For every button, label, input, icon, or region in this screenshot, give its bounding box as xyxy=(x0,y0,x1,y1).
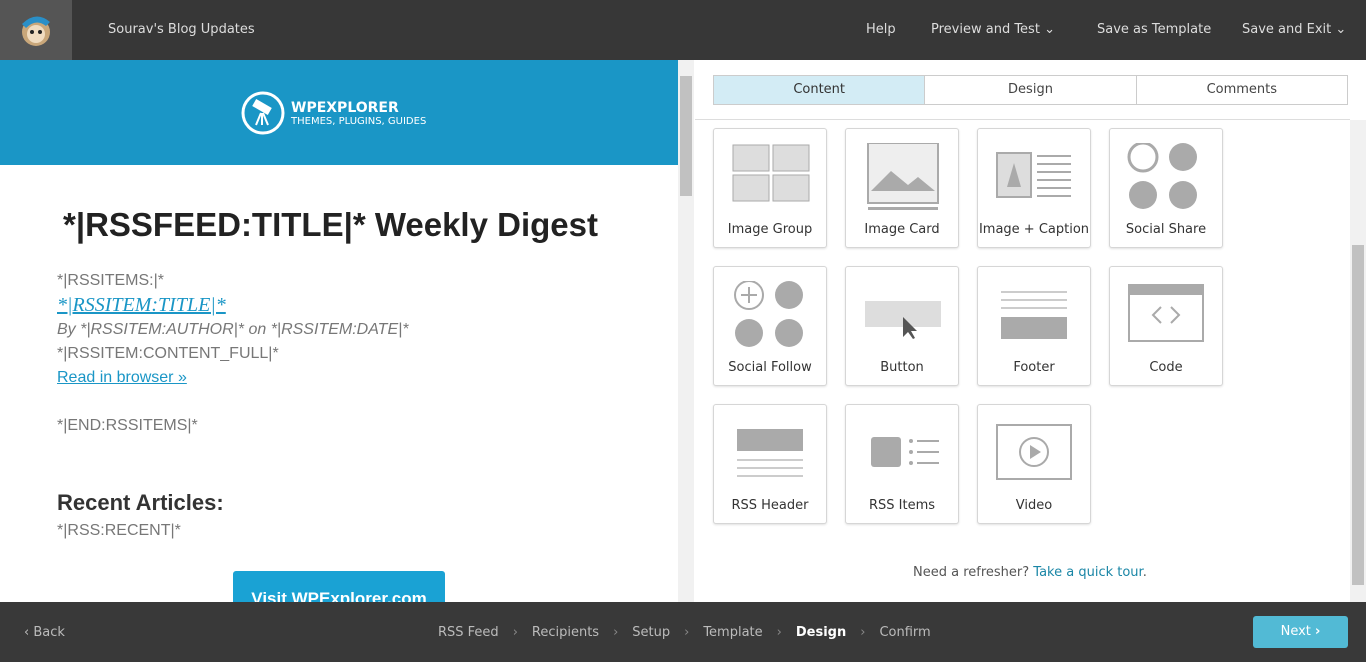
block-video[interactable]: Video xyxy=(977,404,1091,524)
block-image-group[interactable]: Image Group xyxy=(713,128,827,248)
tab-content[interactable]: Content xyxy=(714,76,926,104)
rss-item-content: *|RSSITEM:CONTENT_FULL|* xyxy=(57,345,279,362)
preview-test-menu[interactable]: Preview and Test ⌄ xyxy=(931,22,1055,37)
block-social-follow[interactable]: Social Follow xyxy=(713,266,827,386)
chevron-right-icon: › xyxy=(684,625,690,640)
block-label: RSS Items xyxy=(868,498,936,513)
button-icon xyxy=(865,301,941,339)
step-template[interactable]: Template xyxy=(703,625,762,640)
tour-hint: Need a refresher? Take a quick tour. xyxy=(913,565,1147,580)
block-label: Video xyxy=(1015,498,1053,513)
chevron-right-icon: › xyxy=(860,625,866,640)
save-exit-menu[interactable]: Save and Exit ⌄ xyxy=(1242,22,1346,37)
content-blocks-panel: Content Design Comments Image Group Image… xyxy=(695,60,1350,602)
step-recipients[interactable]: Recipients xyxy=(532,625,599,640)
block-footer[interactable]: Footer xyxy=(977,266,1091,386)
back-button[interactable]: ‹ Back xyxy=(24,625,65,640)
rss-item-byline: By *|RSSITEM:AUTHOR|* on *|RSSITEM:DATE|… xyxy=(57,321,409,338)
quick-tour-link[interactable]: Take a quick tour xyxy=(1033,565,1142,580)
logo-subtitle: THEMES, PLUGINS, GUIDES xyxy=(291,115,427,127)
image-group-icon xyxy=(732,144,810,202)
chevron-right-icon: › xyxy=(613,625,619,640)
block-label: Image + Caption xyxy=(978,222,1090,237)
visit-website-button[interactable]: Visit WPExplorer.com xyxy=(233,571,445,602)
help-link[interactable]: Help xyxy=(866,22,896,37)
wizard-steps: RSS Feed › Recipients › Setup › Template › Desig… xyxy=(438,625,945,640)
bottom-bar: ‹ Back RSS Feed › Recipients › Setup › Templat… xyxy=(0,602,1366,662)
block-code[interactable]: Code xyxy=(1109,266,1223,386)
divider xyxy=(695,119,1350,120)
scrollbar-thumb[interactable] xyxy=(680,76,692,196)
email-title: *|RSSFEED:TITLE|* Weekly Digest xyxy=(63,206,598,243)
preview-label: Preview and Test xyxy=(931,22,1040,37)
block-label: Image Group xyxy=(727,222,813,237)
rss-item-title-link[interactable]: *|RSSITEM:TITLE|* xyxy=(57,294,226,317)
block-label: RSS Header xyxy=(731,498,809,513)
block-image-card[interactable]: Image Card xyxy=(845,128,959,248)
scrollbar-thumb[interactable] xyxy=(1352,245,1364,585)
block-label: Footer xyxy=(1013,360,1055,375)
step-rss-feed[interactable]: RSS Feed xyxy=(438,625,499,640)
telescope-icon xyxy=(241,91,285,135)
chevron-right-icon: › xyxy=(1315,624,1321,639)
recent-articles-heading: Recent Articles: xyxy=(57,490,224,515)
tour-text: Need a refresher? xyxy=(913,565,1030,580)
step-confirm[interactable]: Confirm xyxy=(879,625,930,640)
block-label: Code xyxy=(1149,360,1183,375)
panel-scrollbar[interactable] xyxy=(1350,120,1366,602)
block-button[interactable]: Button xyxy=(845,266,959,386)
chevron-left-icon: ‹ xyxy=(24,625,30,640)
block-label: Social Share xyxy=(1125,222,1207,237)
email-preview[interactable]: WPEXPLORER THEMES, PLUGINS, GUIDES *|RSSF… xyxy=(0,60,678,602)
rss-items-tag: *|RSSITEMS:|* xyxy=(57,272,164,289)
footer-icon xyxy=(1001,291,1067,339)
preview-scrollbar[interactable] xyxy=(678,60,694,602)
block-label: Button xyxy=(880,360,924,375)
save-template-button[interactable]: Save as Template xyxy=(1097,22,1211,37)
save-exit-label: Save and Exit xyxy=(1242,22,1332,37)
video-icon xyxy=(996,424,1072,480)
next-label: Next xyxy=(1280,624,1311,639)
social-follow-icon xyxy=(734,281,803,347)
mailchimp-logo[interactable] xyxy=(0,0,72,60)
chevron-down-icon: ⌄ xyxy=(1044,22,1055,37)
back-label: Back xyxy=(33,625,65,640)
block-rss-items[interactable]: RSS Items xyxy=(845,404,959,524)
social-share-icon xyxy=(1127,143,1197,209)
chevron-right-icon: › xyxy=(776,625,782,640)
chevron-down-icon: ⌄ xyxy=(1335,22,1347,37)
rss-recent-tag: *|RSS:RECENT|* xyxy=(57,522,181,539)
step-design[interactable]: Design xyxy=(796,625,846,640)
panel-tabs: Content Design Comments xyxy=(713,75,1348,105)
rss-header-icon xyxy=(737,429,803,477)
block-social-share[interactable]: Social Share xyxy=(1109,128,1223,248)
block-image-caption[interactable]: Image + Caption xyxy=(977,128,1091,248)
block-label: Social Follow xyxy=(728,360,812,375)
read-in-browser-link[interactable]: Read in browser » xyxy=(57,369,187,387)
block-rss-header[interactable]: RSS Header xyxy=(713,404,827,524)
tab-comments[interactable]: Comments xyxy=(1137,76,1347,104)
wpexplorer-logo: WPEXPLORER THEMES, PLUGINS, GUIDES xyxy=(241,91,426,135)
rss-items-icon xyxy=(871,437,939,467)
tour-end: . xyxy=(1142,565,1147,580)
tab-design[interactable]: Design xyxy=(925,76,1137,104)
end-rss-items-tag: *|END:RSSITEMS|* xyxy=(57,417,198,434)
step-setup[interactable]: Setup xyxy=(632,625,670,640)
campaign-name: Sourav's Blog Updates xyxy=(108,22,255,37)
logo-title: WPEXPLORER xyxy=(291,99,399,116)
image-caption-icon xyxy=(996,152,1071,198)
email-header-banner[interactable]: WPEXPLORER THEMES, PLUGINS, GUIDES xyxy=(0,60,678,165)
code-icon xyxy=(1128,284,1204,342)
next-button[interactable]: Next › xyxy=(1253,616,1348,648)
image-card-icon xyxy=(867,143,939,210)
top-bar: Sourav's Blog Updates Help Preview and T… xyxy=(0,0,1366,60)
block-label: Image Card xyxy=(864,222,940,237)
chevron-right-icon: › xyxy=(512,625,518,640)
